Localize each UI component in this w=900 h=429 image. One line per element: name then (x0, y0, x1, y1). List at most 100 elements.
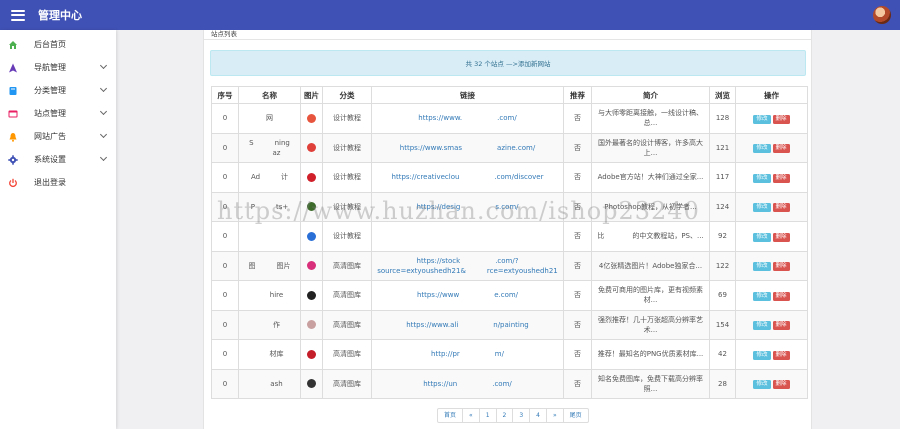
sidebar-item[interactable]: 分类管理 (0, 79, 116, 102)
view-count: 128 (709, 103, 736, 134)
chevron-down-icon (99, 84, 108, 93)
site-link[interactable]: https://www.smas azine.com/ (371, 132, 564, 163)
delete-button[interactable]: 删除 (772, 380, 790, 390)
page-number-button[interactable]: 4 (529, 408, 547, 423)
actions-cell: 修改 删除 (735, 280, 808, 311)
row-number: 0 (211, 280, 239, 311)
top-bar: 管理中心 (0, 0, 900, 30)
actions-cell: 修改 删除 (735, 250, 808, 281)
site-image-cell (300, 103, 323, 134)
delete-button[interactable]: 删除 (772, 232, 790, 242)
site-name: hire (238, 280, 301, 311)
delete-button[interactable]: 删除 (772, 321, 790, 331)
edit-button[interactable]: 修改 (753, 321, 771, 331)
recommend-flag: 否 (563, 368, 592, 399)
site-intro: 强烈推荐！几十万张超高分辨率艺术... (591, 309, 710, 340)
page-number-button[interactable]: 1 (478, 408, 497, 423)
delete-button[interactable]: 删除 (772, 262, 790, 272)
avatar[interactable] (873, 6, 891, 24)
delete-button[interactable]: 删除 (772, 203, 790, 213)
site-category: 设计教程 (322, 162, 372, 193)
edit-button[interactable]: 修改 (753, 380, 771, 390)
sidebar-item[interactable]: 退出登录 (0, 171, 116, 194)
navigation-icon (8, 63, 18, 73)
last-page-button[interactable]: 尾页 (562, 408, 589, 423)
site-link[interactable]: https://desig s.com/ (371, 191, 564, 222)
site-link[interactable]: https://www.ali n/painting (371, 309, 564, 340)
actions-cell: 修改 删除 (735, 339, 808, 370)
edit-button[interactable]: 修改 (753, 291, 771, 301)
sidebar-item-label: 站点管理 (34, 109, 66, 118)
table-row: 0 Ad 计设计教程 https://creativeclou .com/disco… (211, 162, 808, 193)
site-name: P ts+ (238, 191, 301, 222)
add-site-link[interactable]: 添加新网站 (518, 58, 551, 68)
recommend-flag: 否 (563, 280, 592, 311)
site-link[interactable]: https://www. .com/ (371, 103, 564, 134)
site-count-alert: 共 32 个站点 —> 添加新网站 (210, 50, 806, 76)
site-intro: 与大师零距离接触，一线设计稿、总... (591, 103, 710, 134)
table-row: 0图 图片 高清图库 https://stock .com/?source=exty… (211, 250, 808, 281)
prev-page-button[interactable]: « (462, 408, 480, 423)
sidebar-item[interactable]: 站点管理 (0, 102, 116, 125)
site-category: 设计教程 (322, 191, 372, 222)
site-count-text: 共 32 个站点 —> (465, 60, 518, 68)
sidebar-item[interactable]: 导航管理 (0, 56, 116, 79)
sidebar: 后台首页 导航管理分类管理站点管理网站广告 系统设置 退出登录 (0, 30, 116, 429)
next-page-button[interactable]: » (546, 408, 564, 423)
edit-button[interactable]: 修改 (753, 350, 771, 360)
site-logo-icon (307, 290, 316, 300)
site-logo-icon (307, 349, 316, 359)
menu-toggle-icon[interactable] (11, 9, 25, 21)
sidebar-item[interactable]: 后台首页 (0, 33, 116, 56)
delete-button[interactable]: 删除 (772, 350, 790, 360)
view-count: 121 (709, 132, 736, 163)
delete-button[interactable]: 删除 (772, 173, 790, 183)
sidebar-item-label: 分类管理 (34, 86, 66, 95)
sidebar-item[interactable]: 网站广告 (0, 125, 116, 148)
first-page-button[interactable]: 首页 (437, 408, 464, 423)
table-row: 0 网设计教程 https://www. .com/否与大师零距离接触，一线设计稿、… (211, 103, 808, 134)
row-number: 0 (211, 162, 239, 193)
site-image-cell (300, 280, 323, 311)
power-icon (8, 178, 18, 188)
site-intro: 国外最著名的设计博客，许多高大上... (591, 132, 710, 163)
site-link[interactable]: https://stock .com/?source=extyoushedh21… (371, 250, 564, 281)
edit-button[interactable]: 修改 (753, 144, 771, 154)
site-link[interactable]: https://creativeclou .com/discover (371, 162, 564, 193)
sidebar-item[interactable]: 系统设置 (0, 148, 116, 171)
page-number-button[interactable]: 3 (512, 408, 531, 423)
delete-button[interactable]: 删除 (772, 144, 790, 154)
actions-cell: 修改 删除 (735, 162, 808, 193)
site-link[interactable]: http://pr m/ (371, 339, 564, 370)
page-number-button[interactable]: 2 (495, 408, 514, 423)
table-row: 0 hire 高清图库 https://www e.com/否免费可商用的图片库，更… (211, 280, 808, 311)
delete-button[interactable]: 删除 (772, 291, 790, 301)
table-header-row: 序号 名称 图片 分类 链接 推荐 简介 浏览 操作 (211, 86, 808, 104)
site-image-cell (300, 162, 323, 193)
edit-button[interactable]: 修改 (753, 203, 771, 213)
row-number: 0 (211, 309, 239, 340)
site-intro: 免费可商用的图片库，更有视频素材... (591, 280, 710, 311)
site-link[interactable]: https://www e.com/ (371, 280, 564, 311)
table-row: 0S ning az 设计教程 https://www.smas azine.com… (211, 132, 808, 163)
site-intro: 4亿张精选图片！Adobe独家合... (591, 250, 710, 281)
recommend-flag: 否 (563, 250, 592, 281)
actions-cell: 修改 删除 (735, 309, 808, 340)
bell-icon (8, 132, 18, 142)
delete-button[interactable]: 删除 (772, 114, 790, 124)
chevron-down-icon (99, 153, 108, 162)
row-number: 0 (211, 191, 239, 222)
site-link[interactable]: https://un .com/ (371, 368, 564, 399)
site-icon (8, 109, 18, 119)
site-link[interactable] (371, 221, 564, 252)
edit-button[interactable]: 修改 (753, 232, 771, 242)
site-logo-icon (307, 202, 316, 212)
site-category: 设计教程 (322, 132, 372, 163)
edit-button[interactable]: 修改 (753, 114, 771, 124)
actions-cell: 修改 删除 (735, 368, 808, 399)
edit-button[interactable]: 修改 (753, 173, 771, 183)
actions-cell: 修改 删除 (735, 103, 808, 134)
edit-button[interactable]: 修改 (753, 262, 771, 272)
site-logo-icon (307, 231, 316, 241)
column-header: 操作 (735, 86, 808, 104)
